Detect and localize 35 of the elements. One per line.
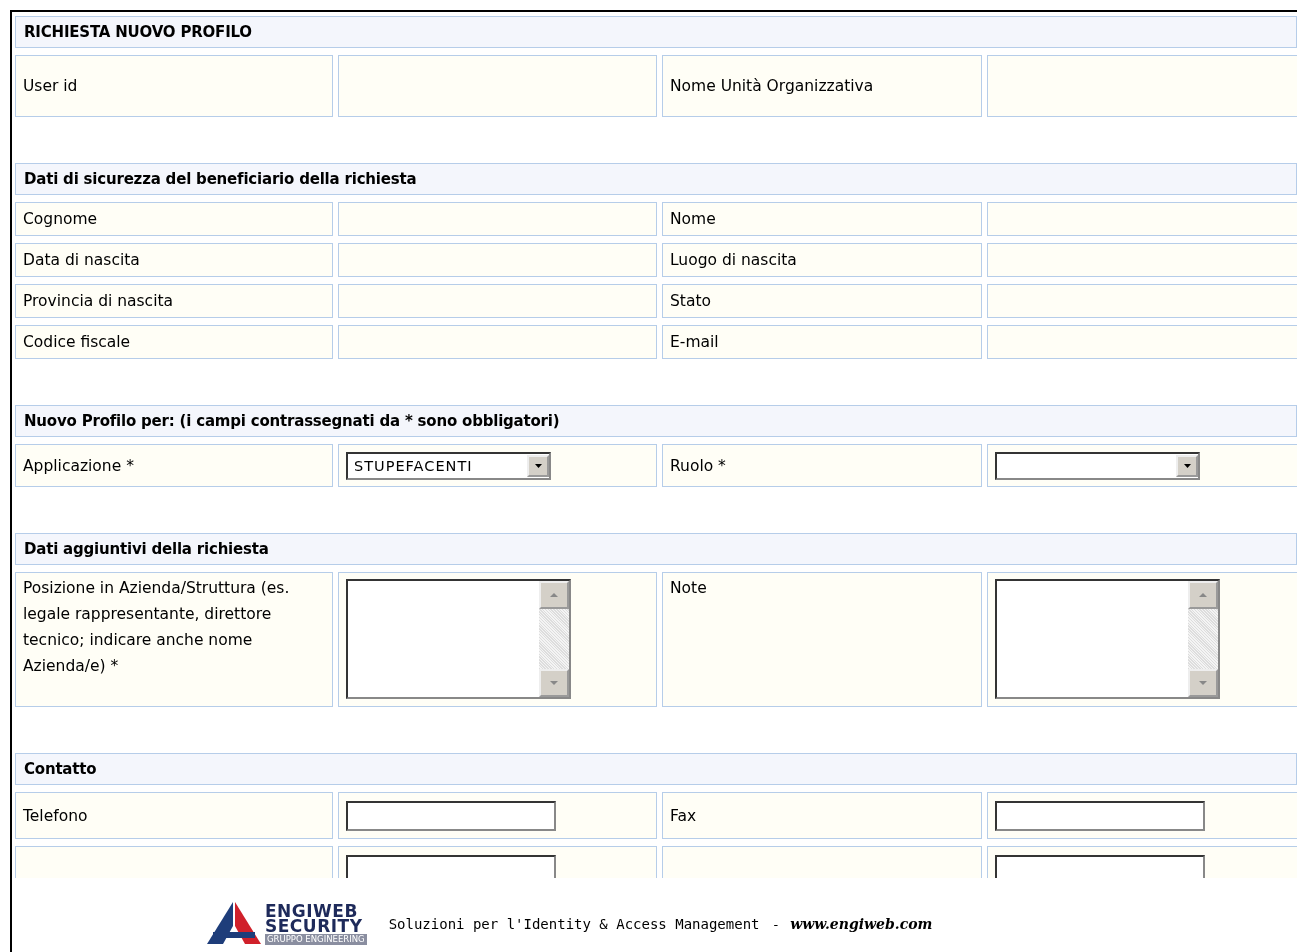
section-header: Dati aggiuntivi della richiesta — [15, 533, 1297, 565]
field-label: User id — [23, 76, 78, 97]
field-label: Cognome — [23, 209, 98, 230]
field-label: E-mail — [670, 332, 719, 353]
field-label: Codice fiscale — [23, 332, 131, 353]
field-label: Provincia di nascita — [23, 291, 174, 312]
field-label: Applicazione * — [23, 455, 134, 477]
logo-text: SECURITY — [265, 918, 363, 934]
field-label: Note — [670, 578, 707, 599]
website-link[interactable]: www.engiweb.com — [790, 916, 933, 932]
input-field[interactable] — [346, 854, 556, 878]
dropdown[interactable] — [995, 451, 1200, 480]
field-label: Data di nascita — [23, 250, 140, 271]
input-field[interactable] — [346, 800, 556, 831]
logo-text: ENGIWEB — [265, 903, 358, 919]
text-area[interactable] — [995, 579, 1220, 699]
input-field[interactable] — [995, 854, 1205, 878]
section-header: Nuovo Profilo per: (i campi contrassegnati da * sono obbligatori) — [15, 405, 1297, 437]
field-label: Nome — [670, 209, 716, 230]
section-header: RICHIESTA NUOVO PROFILO — [15, 16, 1297, 48]
input-field[interactable] — [995, 800, 1205, 831]
section-header: Dati di sicurezza del beneficiario della richiesta — [15, 163, 1297, 195]
text-area[interactable] — [346, 579, 571, 699]
field-label: Nome Unità Organizzativa — [670, 76, 874, 97]
tagline: Soluzioni per l'Identity & Access Management — [388, 916, 760, 932]
section-header: Contatto — [15, 753, 1297, 785]
dropdown[interactable]: STUPEFACENTI — [346, 451, 551, 480]
field-label: Telefono — [23, 805, 88, 827]
field-label: Posizione in Azienda/Struttura (es. legale rappresentante, direttore tecnico; indicare anche nome Azienda/e) * — [23, 578, 291, 677]
field-label: Fax — [670, 805, 697, 827]
field-label: Stato — [670, 291, 711, 312]
logo-subtitle: GRUPPO ENGINEERING — [265, 933, 367, 945]
field-label: Ruolo * — [670, 455, 726, 477]
field-label: Luogo di nascita — [670, 250, 797, 271]
separator: - — [773, 916, 779, 932]
